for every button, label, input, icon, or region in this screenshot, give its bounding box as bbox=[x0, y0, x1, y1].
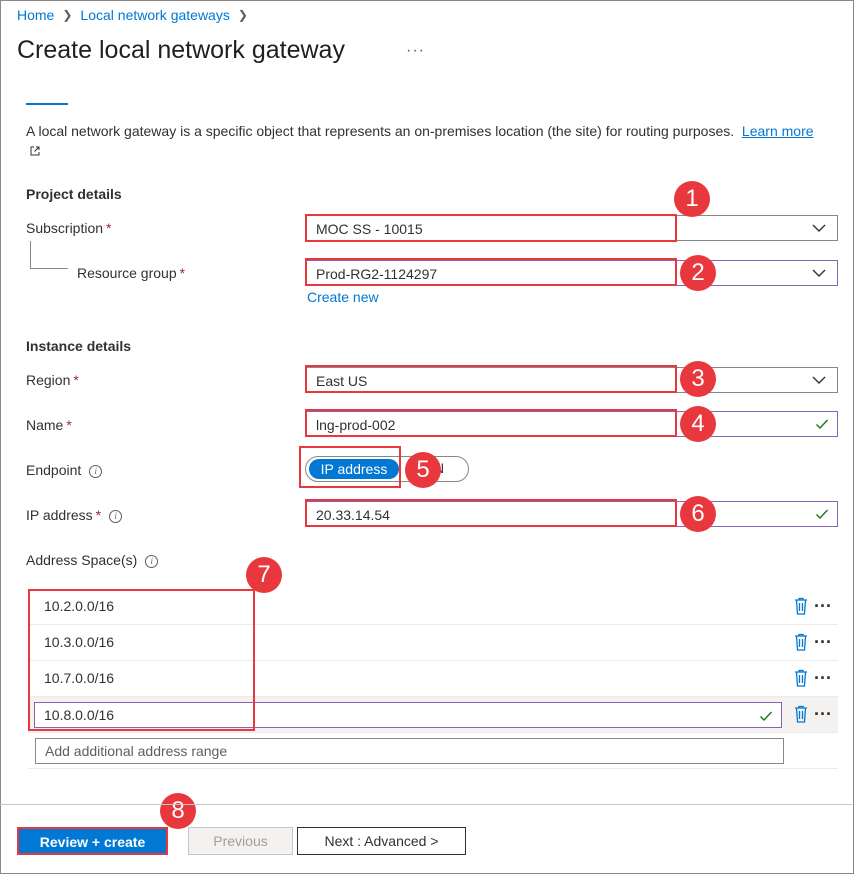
callout-badge: 3 bbox=[680, 361, 716, 397]
trash-icon[interactable] bbox=[794, 705, 808, 723]
breadcrumb: Home ❯ Local network gateways ❯ bbox=[17, 7, 248, 23]
callout-box bbox=[299, 446, 401, 488]
callout-badge: 2 bbox=[680, 255, 716, 291]
address-range-placeholder: Add additional address range bbox=[45, 743, 228, 759]
callout-badge: 6 bbox=[680, 496, 716, 532]
callout-badge: 5 bbox=[405, 452, 441, 488]
chevron-right-icon: ❯ bbox=[62, 8, 73, 22]
page-description: A local network gateway is a specific ob… bbox=[26, 121, 826, 161]
more-options-icon[interactable]: ··· bbox=[814, 705, 832, 723]
required-mark: * bbox=[66, 417, 72, 433]
trash-icon[interactable] bbox=[794, 669, 808, 687]
info-icon[interactable]: i bbox=[89, 464, 103, 478]
chevron-down-icon bbox=[812, 224, 826, 232]
review-create-button[interactable]: Review + create bbox=[17, 827, 168, 855]
callout-box bbox=[305, 214, 677, 242]
callout-box bbox=[305, 258, 677, 286]
more-options-icon[interactable]: ··· bbox=[814, 633, 832, 651]
callout-badge: 4 bbox=[680, 406, 716, 442]
trash-icon[interactable] bbox=[794, 633, 808, 651]
ellipsis-icon[interactable]: ··· bbox=[406, 42, 425, 60]
required-mark: * bbox=[73, 372, 79, 388]
callout-badge: 1 bbox=[674, 181, 710, 217]
tab-indicator bbox=[26, 103, 68, 105]
breadcrumb-home[interactable]: Home bbox=[17, 7, 54, 23]
info-icon[interactable]: i bbox=[145, 554, 159, 568]
info-icon[interactable]: i bbox=[109, 509, 123, 523]
page-title: Create local network gateway bbox=[17, 36, 345, 64]
more-options-icon[interactable]: ··· bbox=[814, 669, 832, 687]
trash-icon[interactable] bbox=[794, 597, 808, 615]
add-address-range-input[interactable]: Add additional address range bbox=[35, 738, 784, 764]
subscription-label: Subscription * bbox=[26, 220, 112, 236]
chevron-down-icon bbox=[812, 376, 826, 384]
project-details-heading: Project details bbox=[26, 186, 122, 202]
checkmark-icon bbox=[816, 419, 829, 430]
callout-box bbox=[305, 409, 677, 437]
footer-divider bbox=[0, 804, 852, 805]
callout-box bbox=[28, 589, 255, 731]
region-label: Region * bbox=[26, 372, 79, 388]
next-advanced-button[interactable]: Next : Advanced > bbox=[297, 827, 466, 855]
chevron-right-icon: ❯ bbox=[237, 8, 248, 22]
required-mark: * bbox=[106, 220, 112, 236]
checkmark-icon bbox=[816, 509, 829, 520]
instance-details-heading: Instance details bbox=[26, 338, 132, 354]
description-text: A local network gateway is a specific ob… bbox=[26, 123, 735, 139]
required-mark: * bbox=[179, 265, 186, 281]
callout-box bbox=[305, 365, 677, 393]
create-new-link[interactable]: Create new bbox=[307, 289, 379, 305]
ip-address-label: IP address * i bbox=[26, 507, 123, 523]
checkmark-icon bbox=[760, 711, 773, 722]
endpoint-label: Endpoint i bbox=[26, 462, 103, 478]
external-link-icon bbox=[30, 146, 40, 156]
more-options-icon[interactable]: ··· bbox=[814, 597, 832, 615]
callout-badge: 7 bbox=[246, 557, 282, 593]
chevron-down-icon bbox=[812, 269, 826, 277]
tree-connector bbox=[30, 241, 31, 269]
callout-box bbox=[305, 499, 677, 527]
name-label: Name * bbox=[26, 417, 72, 433]
tree-connector bbox=[30, 268, 68, 269]
callout-badge: 8 bbox=[160, 793, 196, 829]
previous-button[interactable]: Previous bbox=[188, 827, 293, 855]
breadcrumb-local-network-gateways[interactable]: Local network gateways bbox=[80, 7, 229, 23]
required-mark: * bbox=[95, 507, 102, 523]
divider bbox=[28, 768, 838, 769]
resource-group-label: Resource group * bbox=[77, 265, 186, 281]
address-space-label: Address Space(s) i bbox=[26, 552, 159, 568]
